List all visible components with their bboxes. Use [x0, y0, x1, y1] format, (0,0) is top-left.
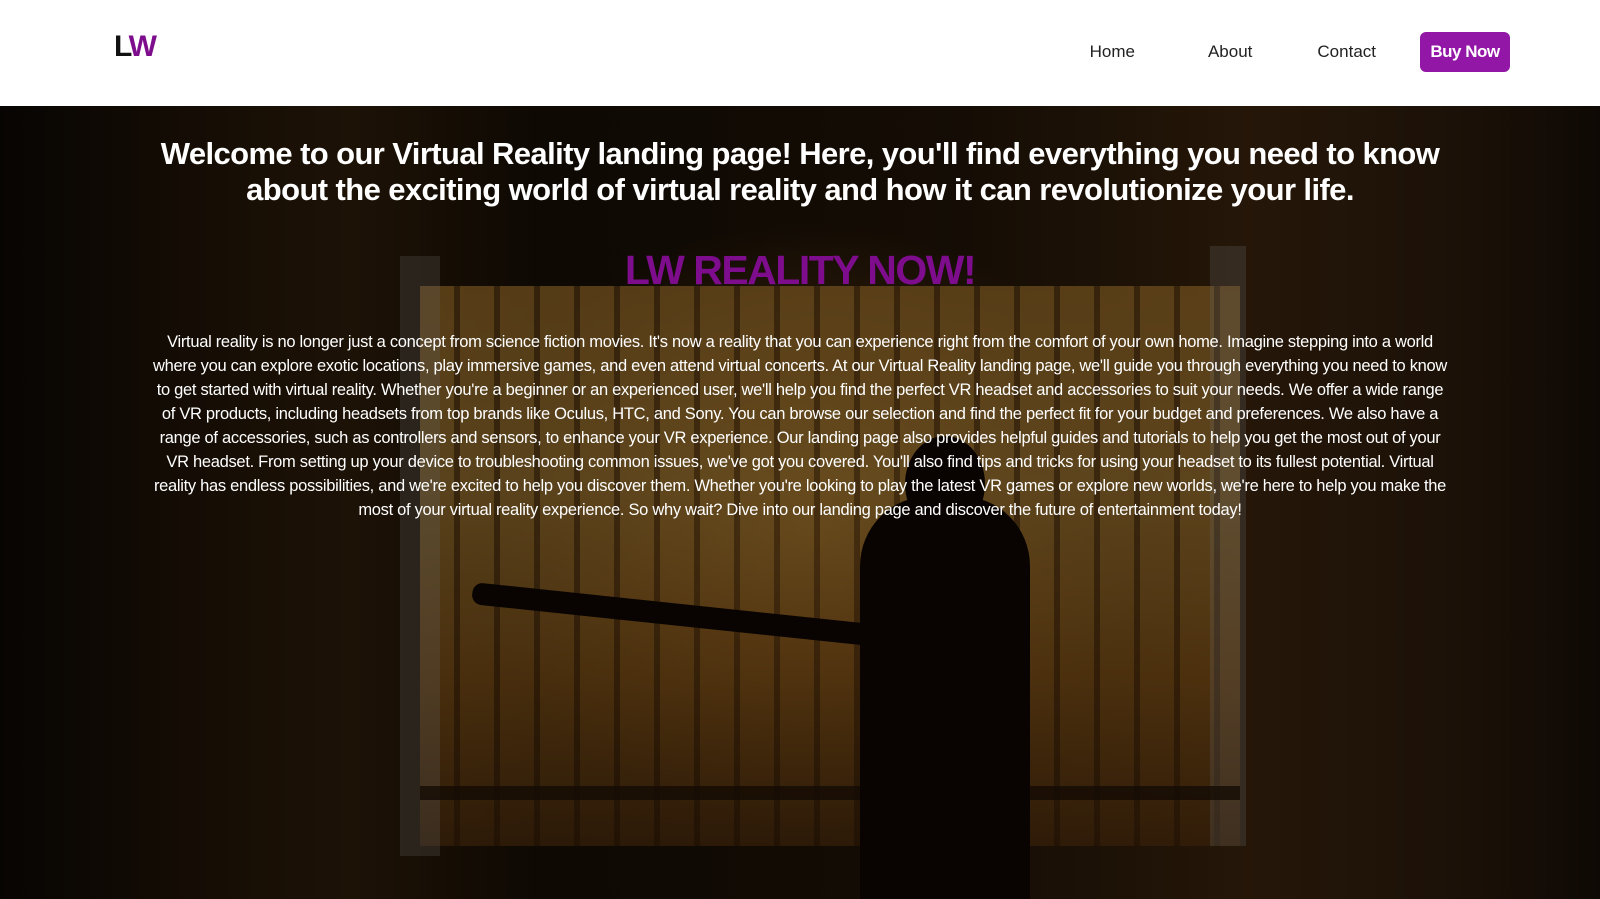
logo[interactable]: LW [114, 30, 157, 63]
hero-content: Welcome to our Virtual Reality landing p… [0, 106, 1600, 899]
hero-body-text: Virtual reality is no longer just a conc… [152, 333, 1448, 519]
navbar: LW Home About Contact Buy Now [0, 0, 1600, 106]
nav-links: Home About Contact Buy Now [1090, 31, 1510, 72]
nav-home-link[interactable]: Home [1090, 42, 1135, 62]
hero-subheadline: LW REALITY NOW! [624, 247, 977, 293]
hero-headline: Welcome to our Virtual Reality landing p… [160, 136, 1440, 207]
hero-section: Welcome to our Virtual Reality landing p… [0, 106, 1600, 899]
buy-now-button[interactable]: Buy Now [1420, 31, 1510, 72]
logo-letter-w: W [128, 30, 157, 63]
logo-letter-l: L [114, 30, 131, 63]
nav-about-link[interactable]: About [1208, 42, 1252, 62]
nav-contact-link[interactable]: Contact [1317, 42, 1376, 62]
